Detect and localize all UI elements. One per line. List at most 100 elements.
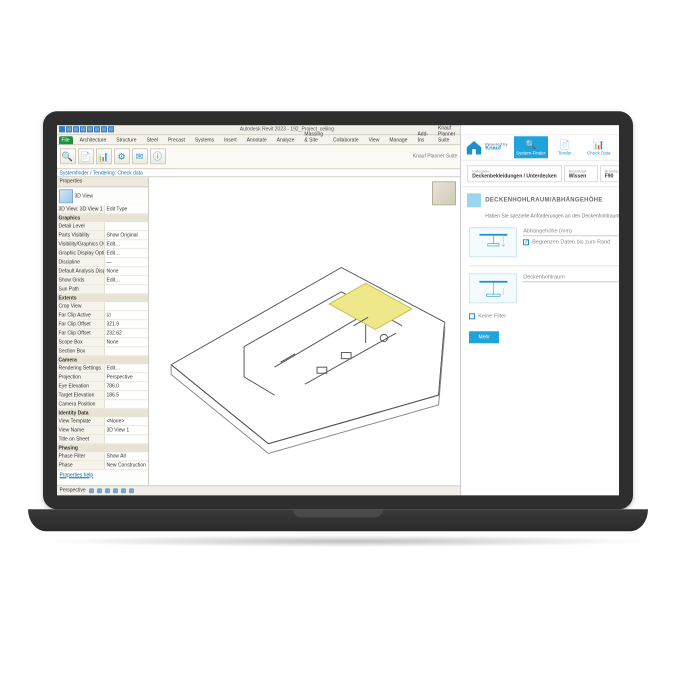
ribbon-button-mail[interactable]: ✉: [132, 148, 148, 164]
properties-row[interactable]: View Name3D View 1: [57, 426, 148, 435]
properties-row[interactable]: Title on Sheet: [57, 435, 148, 444]
edit-type-button[interactable]: Edit Type: [105, 205, 148, 213]
prop-value[interactable]: [105, 285, 148, 293]
ribbon-tab[interactable]: Precast: [165, 136, 188, 144]
prop-value[interactable]: Edit…: [105, 240, 148, 248]
nav-system-finder[interactable]: 🔍System-Finder: [514, 136, 548, 158]
status-icon[interactable]: [129, 488, 134, 493]
ribbon-button-chart[interactable]: 📊: [96, 148, 112, 164]
qat-open-icon[interactable]: [66, 126, 72, 132]
crumb-category[interactable]: KategorieDeckenbekleidungen / Unterdecke…: [467, 165, 561, 182]
properties-row[interactable]: View Template<None>: [57, 417, 148, 426]
properties-row[interactable]: Far Clip Offset321.9: [57, 320, 148, 329]
option-1-checkbox-row[interactable]: Begrenzen Daten bis zum Rand: [523, 239, 618, 245]
properties-row[interactable]: Rendering SettingsEdit…: [57, 364, 148, 373]
prop-value[interactable]: —: [105, 258, 148, 266]
ribbon-tab[interactable]: Massing & Site: [301, 130, 326, 144]
prop-value[interactable]: None: [105, 338, 148, 346]
properties-row[interactable]: Scope BoxNone: [57, 338, 148, 347]
nav-tender[interactable]: 📄Tender: [548, 136, 582, 158]
viewport-3d[interactable]: [149, 177, 461, 485]
bottom-checkbox-row[interactable]: Keine Filter: [469, 313, 618, 319]
ribbon-button-search[interactable]: 🔍: [60, 148, 76, 164]
properties-row[interactable]: Target Elevation186.5: [57, 391, 148, 400]
prop-value[interactable]: [105, 347, 148, 355]
option-2-field[interactable]: Deckenhohlraum: [523, 273, 618, 282]
prop-value[interactable]: [105, 302, 148, 310]
properties-row[interactable]: Far Clip Offset232.62: [57, 329, 148, 338]
ribbon-tab[interactable]: Insert: [221, 136, 240, 144]
properties-row[interactable]: PhaseNew Construction: [57, 461, 148, 470]
qat-undo-icon[interactable]: [80, 126, 86, 132]
ribbon-tab[interactable]: Systems: [192, 136, 217, 144]
properties-help-link[interactable]: Properties help: [57, 470, 148, 480]
prop-value[interactable]: [105, 222, 148, 230]
qat-redo-icon[interactable]: [87, 126, 93, 132]
prop-value[interactable]: 186.5: [105, 391, 148, 399]
ribbon-button-info[interactable]: ⓘ: [150, 148, 166, 164]
status-icon[interactable]: [121, 488, 126, 493]
crumb-fire[interactable]: BrandschutzF90: [600, 165, 619, 182]
ribbon-tab[interactable]: Annotate: [244, 136, 270, 144]
status-icon[interactable]: [89, 488, 94, 493]
properties-row[interactable]: Parts VisibilityShow Original: [57, 231, 148, 240]
prop-value[interactable]: ☑: [105, 311, 148, 319]
checkbox-icon[interactable]: [469, 313, 475, 319]
qat-save-icon[interactable]: [73, 126, 79, 132]
prop-value[interactable]: Edit…: [105, 249, 148, 257]
qat-print-icon[interactable]: [94, 126, 100, 132]
properties-row[interactable]: Section Box: [57, 347, 148, 356]
ribbon-tab[interactable]: Architecture: [77, 136, 110, 144]
prop-value[interactable]: [105, 400, 148, 408]
properties-row[interactable]: Show GridsEdit…: [57, 276, 148, 285]
properties-row[interactable]: Detail Level: [57, 222, 148, 231]
prop-value[interactable]: 321.9: [105, 320, 148, 328]
properties-row[interactable]: Discipline—: [57, 258, 148, 267]
option-1-field[interactable]: Abhängehöhe (mm): [523, 227, 618, 236]
ribbon-tab[interactable]: Structure: [113, 136, 139, 144]
properties-row[interactable]: Graphic Display OptionsEdit…: [57, 249, 148, 258]
ribbon-tab[interactable]: Collaborate: [330, 136, 362, 144]
properties-row[interactable]: Phase FilterShow All: [57, 452, 148, 461]
status-icon[interactable]: [105, 488, 110, 493]
ribbon-tab[interactable]: View: [366, 136, 383, 144]
status-icon[interactable]: [113, 488, 118, 493]
ribbon-tab[interactable]: Analyze: [274, 136, 298, 144]
prop-value[interactable]: Edit…: [105, 276, 148, 284]
prop-value[interactable]: None: [105, 267, 148, 275]
nav-check-data[interactable]: 📊Check Data: [582, 136, 616, 158]
status-icon[interactable]: [97, 488, 102, 493]
prop-value[interactable]: [105, 435, 148, 443]
prop-value[interactable]: 232.62: [105, 329, 148, 337]
qat-measure-icon[interactable]: [101, 126, 107, 132]
prop-value[interactable]: Perspective: [105, 373, 148, 381]
properties-row[interactable]: Camera Position: [57, 400, 148, 409]
properties-row[interactable]: Crop View: [57, 302, 148, 311]
app-menu-icon[interactable]: [59, 126, 65, 132]
ribbon-tab[interactable]: Knauf Planner Suite: [435, 125, 458, 144]
more-button[interactable]: Mehr: [469, 331, 499, 343]
ribbon-tab[interactable]: Steel: [144, 136, 161, 144]
info-strip[interactable]: Systemfinder / Tendering: Check data: [57, 169, 461, 177]
prop-value[interactable]: Edit…: [105, 364, 148, 372]
prop-value[interactable]: New Construction: [105, 461, 148, 469]
prop-value[interactable]: Show All: [105, 452, 148, 460]
prop-value[interactable]: <None>: [105, 417, 148, 425]
ribbon-button-settings[interactable]: ⚙: [114, 148, 130, 164]
nav-settings[interactable]: ⚙Settings: [616, 136, 619, 158]
crumb-location[interactable]: EinsatzortWissen: [564, 165, 598, 182]
properties-row[interactable]: ProjectionPerspective: [57, 373, 148, 382]
ribbon-tab[interactable]: Manage: [386, 136, 410, 144]
prop-value[interactable]: 3D View 1: [105, 426, 148, 434]
properties-row[interactable]: Default Analysis DisplayNone: [57, 267, 148, 276]
prop-value[interactable]: Show Original: [105, 231, 148, 239]
properties-row[interactable]: Visibility/Graphics Ove…Edit…: [57, 240, 148, 249]
prop-value[interactable]: 786.0: [105, 382, 148, 390]
checkbox-icon[interactable]: [523, 239, 529, 245]
properties-row[interactable]: Far Clip Active☑: [57, 311, 148, 320]
ribbon-tab[interactable]: Add-Ins: [414, 130, 431, 144]
properties-type-selector[interactable]: 3D View: [57, 187, 148, 205]
properties-row[interactable]: Sun Path: [57, 285, 148, 294]
ribbon-button-doc[interactable]: 📄: [78, 148, 94, 164]
qat-sync-icon[interactable]: [108, 126, 114, 132]
